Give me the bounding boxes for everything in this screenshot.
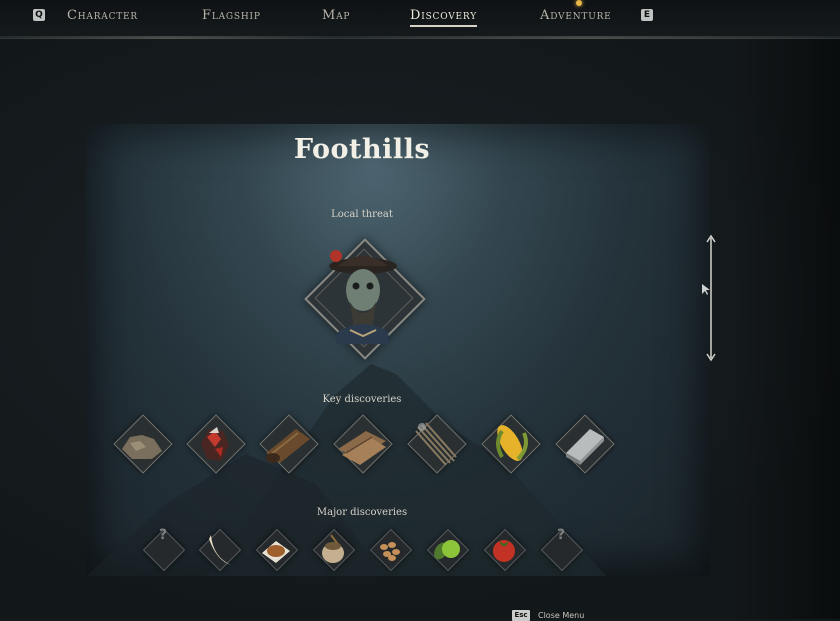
esc-key[interactable]: Esc	[512, 610, 530, 621]
region-title: Foothills	[293, 134, 431, 165]
red-crystal-ore-icon	[201, 427, 229, 461]
tusk-icon	[209, 535, 231, 565]
notification-dot	[576, 0, 582, 6]
top-nav-bar: Q Character Flagship Map Discovery Adven…	[0, 0, 840, 39]
major-discovery-item[interactable]	[311, 527, 356, 572]
key-discovery-item[interactable]	[112, 413, 173, 474]
major-discovery-item[interactable]: ?	[539, 527, 584, 572]
tomato-icon	[493, 540, 515, 562]
tab-character[interactable]: Character	[67, 8, 138, 23]
pirate-captain-icon	[329, 250, 397, 344]
wood-log-icon	[266, 429, 310, 463]
major-discovery-item[interactable]	[254, 527, 299, 572]
major-discovery-item[interactable]	[197, 527, 242, 572]
key-discovery-item[interactable]	[554, 413, 615, 474]
key-discovery-item[interactable]	[185, 413, 246, 474]
tab-adventure[interactable]: Adventure	[540, 8, 612, 23]
major-discovery-item[interactable]	[425, 527, 470, 572]
grain-sack-icon	[322, 534, 344, 563]
metal-ingot-icon	[566, 429, 604, 465]
tab-discovery[interactable]: Discovery	[410, 8, 477, 27]
right-shade	[730, 39, 840, 619]
major-discoveries-label: Major discoveries	[316, 507, 408, 518]
key-discovery-item[interactable]	[332, 413, 393, 474]
key-discovery-item[interactable]	[258, 413, 319, 474]
unknown-icon: ?	[556, 527, 566, 543]
key-discovery-item[interactable]	[406, 413, 467, 474]
tab-flagship[interactable]: Flagship	[202, 8, 261, 23]
green-fruit-icon	[434, 540, 460, 560]
vertical-scroll-arrows[interactable]	[704, 234, 718, 362]
next-tab-key[interactable]: E	[641, 9, 653, 21]
tab-map[interactable]: Map	[322, 8, 350, 23]
stone-ore-icon	[122, 435, 162, 459]
local-threat-label: Local threat	[331, 209, 393, 220]
cooked-meat-icon	[262, 541, 290, 563]
key-discovery-item[interactable]	[480, 413, 541, 474]
mouse-cursor-icon	[702, 284, 710, 295]
nuts-icon	[380, 542, 400, 561]
wood-planks-icon	[338, 431, 386, 465]
major-discovery-item[interactable]	[368, 527, 413, 572]
key-discoveries-label: Key discoveries	[322, 394, 402, 405]
major-discovery-item[interactable]	[482, 527, 527, 572]
major-discovery-item[interactable]: ?	[141, 527, 186, 572]
unknown-icon: ?	[158, 527, 168, 543]
corn-icon	[496, 425, 528, 461]
local-threat-card[interactable]	[298, 232, 428, 362]
prev-tab-key[interactable]: Q	[33, 9, 45, 21]
fiber-bundle-icon	[415, 422, 457, 466]
